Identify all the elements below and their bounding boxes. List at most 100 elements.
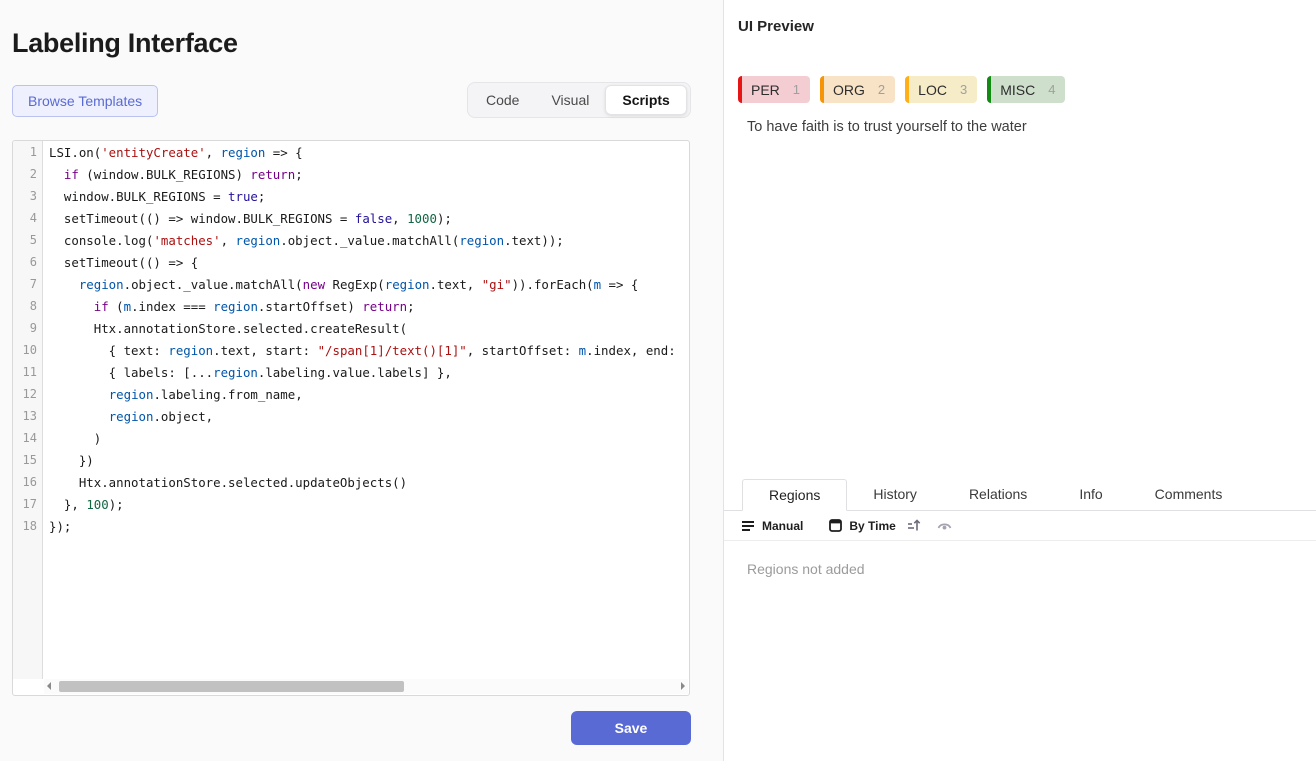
- entity-label-loc[interactable]: LOC3: [905, 76, 977, 103]
- code-token: },: [49, 497, 86, 512]
- task-sample-text[interactable]: To have faith is to trust yourself to th…: [747, 119, 1027, 135]
- code-token: region: [168, 343, 213, 358]
- code-token: [49, 409, 109, 424]
- code-token: .object._value.matchAll(: [124, 277, 303, 292]
- code-token: window.BULK_REGIONS =: [49, 189, 228, 204]
- code-token: .index ===: [131, 299, 213, 314]
- code-token: false: [355, 211, 392, 226]
- editor-code: LSI.on('entityCreate', region => { if (w…: [44, 141, 689, 679]
- code-line: Htx.annotationStore.selected.createResul…: [49, 321, 689, 343]
- script-code-editor[interactable]: 123456789101112131415161718 LSI.on('enti…: [12, 140, 690, 696]
- line-number: 11: [13, 365, 42, 387]
- tab-info[interactable]: Info: [1053, 479, 1128, 510]
- line-number: 10: [13, 343, 42, 365]
- sort-ascending-icon[interactable]: [907, 519, 921, 532]
- code-token: LSI.on(: [49, 145, 101, 160]
- code-token: .startOffset): [258, 299, 362, 314]
- code-line: if (m.index === region.startOffset) retu…: [49, 299, 689, 321]
- code-token: setTimeout(() => {: [49, 255, 198, 270]
- preview-pane: UI Preview PER1ORG2LOC3MISC4 To have fai…: [723, 0, 1316, 761]
- code-token: ;: [295, 167, 302, 182]
- code-line: region.object,: [49, 409, 689, 431]
- code-token: region: [109, 387, 154, 402]
- code-token: ,: [221, 233, 236, 248]
- line-number: 15: [13, 453, 42, 475]
- toggle-visibility-eye-icon[interactable]: [937, 520, 952, 532]
- line-number: 8: [13, 299, 42, 321]
- code-token: ,: [206, 145, 221, 160]
- order-by-time-label: By Time: [849, 519, 895, 533]
- view-tab-code[interactable]: Code: [470, 85, 535, 115]
- code-token: 'entityCreate': [101, 145, 205, 160]
- code-token: ): [49, 431, 101, 446]
- line-number: 14: [13, 431, 42, 453]
- code-token: [49, 167, 64, 182]
- code-line: }, 100);: [49, 497, 689, 519]
- editor-gutter: 123456789101112131415161718: [13, 141, 43, 679]
- regions-empty-state: Regions not added: [747, 561, 865, 577]
- code-token: { labels: [...: [49, 365, 213, 380]
- code-token: => {: [601, 277, 638, 292]
- code-line: { labels: [...region.labeling.value.labe…: [49, 365, 689, 387]
- line-number: 18: [13, 519, 42, 541]
- line-number: 9: [13, 321, 42, 343]
- panel-tabs: RegionsHistoryRelationsInfoComments: [724, 479, 1316, 511]
- view-tab-visual[interactable]: Visual: [535, 85, 605, 115]
- code-line: setTimeout(() => {: [49, 255, 689, 277]
- code-line: region .object._value.matchAll(new RegExp…: [49, 277, 689, 299]
- code-line: });: [49, 519, 689, 541]
- code-token: .text));: [504, 233, 564, 248]
- code-token: region: [236, 233, 281, 248]
- code-token: m: [594, 277, 601, 292]
- line-number: 3: [13, 189, 42, 211]
- code-token: region: [385, 277, 430, 292]
- code-token: .text,: [430, 277, 482, 292]
- group-manual-label: Manual: [762, 519, 803, 533]
- tab-comments[interactable]: Comments: [1129, 479, 1249, 510]
- group-list-icon: [742, 520, 755, 532]
- tab-history[interactable]: History: [847, 479, 943, 510]
- save-button[interactable]: Save: [571, 711, 691, 745]
- code-token: )).forEach(: [512, 277, 594, 292]
- order-by-time-button[interactable]: By Time: [829, 519, 920, 533]
- code-token: region: [213, 365, 258, 380]
- label-text: LOC: [918, 82, 947, 98]
- code-token: Htx.annotationStore.selected.updateObjec…: [49, 475, 407, 490]
- code-token: "gi": [482, 277, 512, 292]
- code-line: ): [49, 431, 689, 453]
- code-line: { text: region.text, start: "/span[1]/te…: [49, 343, 689, 365]
- code-token: region: [459, 233, 504, 248]
- entity-label-misc[interactable]: MISC4: [987, 76, 1065, 103]
- tab-regions[interactable]: Regions: [742, 479, 847, 511]
- code-token: region: [109, 409, 154, 424]
- line-number: 12: [13, 387, 42, 409]
- code-token: m: [124, 299, 131, 314]
- settings-pane: Labeling Interface Browse Templates Code…: [0, 0, 723, 761]
- scrollbar-thumb[interactable]: [59, 681, 404, 692]
- code-token: "/span[1]/text()[1]": [318, 343, 467, 358]
- scroll-right-arrow-icon[interactable]: [681, 682, 685, 690]
- group-manual-button[interactable]: Manual: [742, 519, 803, 533]
- line-number: 17: [13, 497, 42, 519]
- code-token: return: [250, 167, 295, 182]
- line-number: 4: [13, 211, 42, 233]
- label-color-stripe: [987, 76, 991, 103]
- code-token: .object,: [153, 409, 213, 424]
- code-token: { text:: [49, 343, 168, 358]
- view-tab-scripts[interactable]: Scripts: [605, 85, 686, 115]
- code-token: RegExp(: [325, 277, 385, 292]
- code-token: region: [221, 145, 266, 160]
- code-token: new: [303, 277, 325, 292]
- editor-horizontal-scrollbar[interactable]: [44, 679, 688, 694]
- tab-relations[interactable]: Relations: [943, 479, 1053, 510]
- code-token: );: [437, 211, 452, 226]
- scroll-left-arrow-icon[interactable]: [47, 682, 51, 690]
- code-token: ,: [392, 211, 407, 226]
- code-token: Htx.annotationStore.selected.createResul…: [49, 321, 407, 336]
- label-text: MISC: [1000, 82, 1035, 98]
- entity-label-per[interactable]: PER1: [738, 76, 810, 103]
- entity-label-org[interactable]: ORG2: [820, 76, 895, 103]
- browse-templates-button[interactable]: Browse Templates: [12, 85, 158, 117]
- line-number: 16: [13, 475, 42, 497]
- label-color-stripe: [820, 76, 824, 103]
